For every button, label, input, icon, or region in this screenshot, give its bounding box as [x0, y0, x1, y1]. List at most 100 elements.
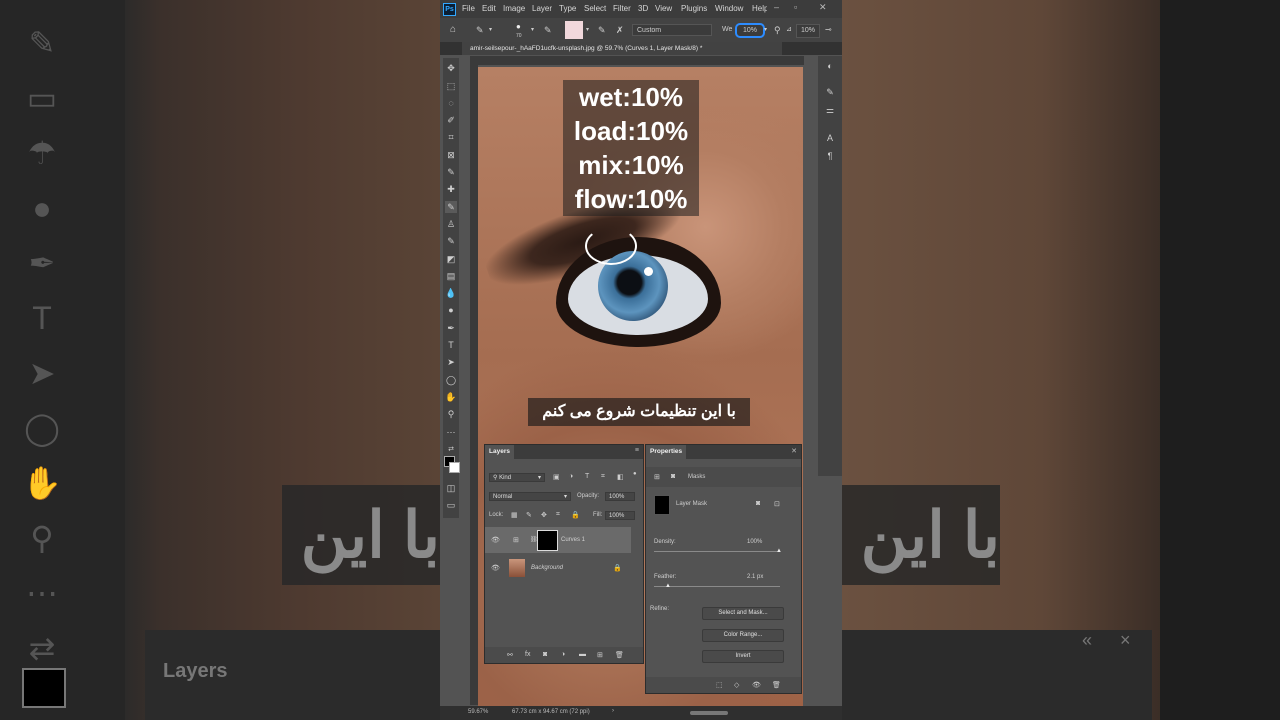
wet-chevron-icon[interactable]: ▾ — [764, 24, 767, 36]
add-mask-icon[interactable]: ◙ — [543, 651, 547, 658]
background-color[interactable] — [449, 462, 460, 473]
gradient-tool-icon[interactable]: ▤ — [445, 270, 457, 282]
density-slider-thumb[interactable]: ▲ — [776, 548, 782, 554]
eraser-tool-icon[interactable]: ◩ — [445, 253, 457, 265]
layer-row-background[interactable]: 👁 Background 🔒 — [485, 555, 631, 581]
disable-mask-icon[interactable]: 👁 — [752, 681, 761, 689]
menu-edit[interactable]: Edit — [482, 4, 496, 13]
clean-brush-icon[interactable]: ✗ — [616, 24, 624, 36]
clone-stamp-tool-icon[interactable]: ♙ — [445, 218, 457, 230]
path-selection-tool-icon[interactable]: ➤ — [445, 356, 457, 368]
menu-view[interactable]: View — [655, 4, 672, 13]
density-slider-track[interactable] — [654, 551, 780, 552]
pressure-icon[interactable]: ⊸ — [825, 24, 832, 36]
new-group-icon[interactable]: ▬ — [579, 651, 586, 658]
filter-pixel-icon[interactable]: ▣ — [553, 473, 560, 481]
layers-tab[interactable]: Layers — [485, 445, 514, 459]
minimize-icon[interactable]: – — [774, 2, 779, 12]
filter-smart-object-icon[interactable]: ◧ — [617, 473, 624, 481]
invert-button[interactable]: Invert — [702, 650, 784, 663]
lock-all-icon[interactable]: 🔒 — [571, 511, 580, 519]
type-tool-icon[interactable]: T — [445, 339, 457, 351]
add-vector-mask-icon[interactable]: ⊡ — [774, 500, 780, 508]
document-tab[interactable]: amir-seilsepour-_hAaFD1ucfk-unsplash.jpg… — [462, 42, 782, 55]
opacity-input[interactable]: 100% — [605, 492, 635, 501]
eyedropper-tool-icon[interactable]: ✎ — [445, 166, 457, 178]
filter-shape-icon[interactable]: ⌗ — [601, 473, 605, 481]
load-chevron-icon[interactable]: ▾ — [586, 24, 589, 36]
filter-adjustment-icon[interactable]: ◑ — [569, 473, 573, 480]
menu-select[interactable]: Select — [584, 4, 606, 13]
select-and-mask-button[interactable]: Select and Mask... — [702, 607, 784, 620]
maximize-icon[interactable]: ▫ — [794, 2, 797, 12]
feather-slider-track[interactable] — [654, 586, 780, 587]
load-brush-icon[interactable]: ✎ — [598, 24, 606, 36]
visibility-eye-icon[interactable]: 👁 — [491, 564, 500, 572]
sample-all-layers-icon[interactable]: ⚲ — [774, 24, 781, 36]
adjustments-panel-icon[interactable]: ⚌ — [824, 104, 836, 116]
menu-file[interactable]: File — [462, 4, 475, 13]
quick-mask-icon[interactable]: ◫ — [445, 482, 457, 494]
properties-panel-close-icon[interactable]: ✕ — [791, 447, 797, 455]
filter-type-icon[interactable]: T — [585, 473, 589, 480]
healing-brush-tool-icon[interactable]: ✚ — [445, 183, 457, 195]
layer-mask-thumbnail[interactable] — [537, 530, 558, 551]
zoom-level[interactable]: 59.67% — [468, 709, 488, 715]
swap-colors-icon[interactable]: ⇄ — [445, 444, 457, 456]
edit-toolbar-icon[interactable]: ⋯ — [445, 426, 457, 438]
paragraph-panel-icon[interactable]: ¶ — [824, 150, 836, 162]
menu-3d[interactable]: 3D — [638, 4, 648, 13]
tool-preset-chevron-icon[interactable]: ▾ — [489, 24, 492, 36]
feather-value[interactable]: 2.1 px — [747, 574, 763, 580]
new-layer-icon[interactable]: ⊞ — [597, 651, 603, 659]
brush-chevron-icon[interactable]: ▾ — [531, 24, 534, 36]
lock-position-icon[interactable]: ✥ — [541, 511, 547, 519]
blend-mode-select[interactable]: Normal ▾ — [489, 492, 571, 501]
brush-panel-icon[interactable]: ✎ — [824, 86, 836, 98]
lock-image-icon[interactable]: ✎ — [526, 511, 532, 519]
delete-layer-icon[interactable]: 🗑 — [615, 651, 624, 659]
mixer-brush-tool-icon[interactable]: ✎ — [476, 24, 484, 36]
density-value[interactable]: 100% — [747, 539, 762, 545]
delete-mask-icon[interactable]: 🗑 — [772, 681, 781, 689]
feather-slider-thumb[interactable]: ▲ — [665, 583, 671, 589]
blur-tool-icon[interactable]: 💧 — [445, 287, 457, 299]
color-range-button[interactable]: Color Range... — [702, 629, 784, 642]
fill-input[interactable]: 100% — [605, 511, 635, 520]
menu-filter[interactable]: Filter — [613, 4, 631, 13]
pen-tool-icon[interactable]: ✒ — [445, 322, 457, 334]
shape-tool-icon[interactable]: ◯ — [445, 374, 457, 386]
quick-selection-tool-icon[interactable]: ✐ — [445, 114, 457, 126]
screen-mode-icon[interactable]: ▭ — [445, 499, 457, 511]
window-close-icon[interactable]: ✕ — [819, 2, 827, 13]
flow-input[interactable]: 10% — [796, 24, 820, 38]
new-adjustment-icon[interactable]: ◑ — [561, 651, 565, 658]
menu-image[interactable]: Image — [503, 4, 525, 13]
layer-filter-kind[interactable]: ⚲ Kind ▾ — [489, 473, 545, 482]
link-layers-icon[interactable]: ⚯ — [507, 651, 513, 659]
apply-mask-icon[interactable]: ◇ — [734, 681, 739, 689]
dodge-tool-icon[interactable]: ● — [445, 304, 457, 316]
color-panel-icon[interactable]: ◐ — [824, 60, 836, 72]
load-selection-icon[interactable]: ⬚ — [716, 681, 723, 689]
fx-icon[interactable]: fx — [525, 651, 530, 658]
adjustment-props-icon[interactable]: ⊞ — [654, 473, 660, 481]
layers-panel-menu-icon[interactable]: ≡ — [635, 447, 639, 454]
brush-tool-icon[interactable]: ✎ — [445, 201, 457, 213]
visibility-eye-icon[interactable]: 👁 — [491, 536, 500, 544]
zoom-tool-icon[interactable]: ⚲ — [445, 408, 457, 420]
hand-tool-icon[interactable]: ✋ — [445, 391, 457, 403]
character-panel-icon[interactable]: A — [824, 132, 836, 144]
filter-toggle-icon[interactable]: ● — [633, 471, 637, 477]
frame-tool-icon[interactable]: ⊠ — [445, 149, 457, 161]
menu-plugins[interactable]: Plugins — [681, 4, 707, 13]
history-brush-tool-icon[interactable]: ✎ — [445, 235, 457, 247]
status-arrow-icon[interactable]: › — [612, 708, 614, 714]
mask-props-icon[interactable]: ◙ — [671, 473, 675, 480]
layer-row-curves[interactable]: 👁 ⊞ ⛓ Curves 1 — [485, 527, 631, 553]
lock-transparent-icon[interactable]: ▦ — [511, 511, 518, 519]
lock-artboard-icon[interactable]: ⌗ — [556, 511, 560, 519]
preset-select[interactable]: Custom — [632, 24, 712, 36]
current-load-swatch[interactable] — [565, 21, 583, 39]
horizontal-scrollbar[interactable] — [690, 711, 728, 715]
